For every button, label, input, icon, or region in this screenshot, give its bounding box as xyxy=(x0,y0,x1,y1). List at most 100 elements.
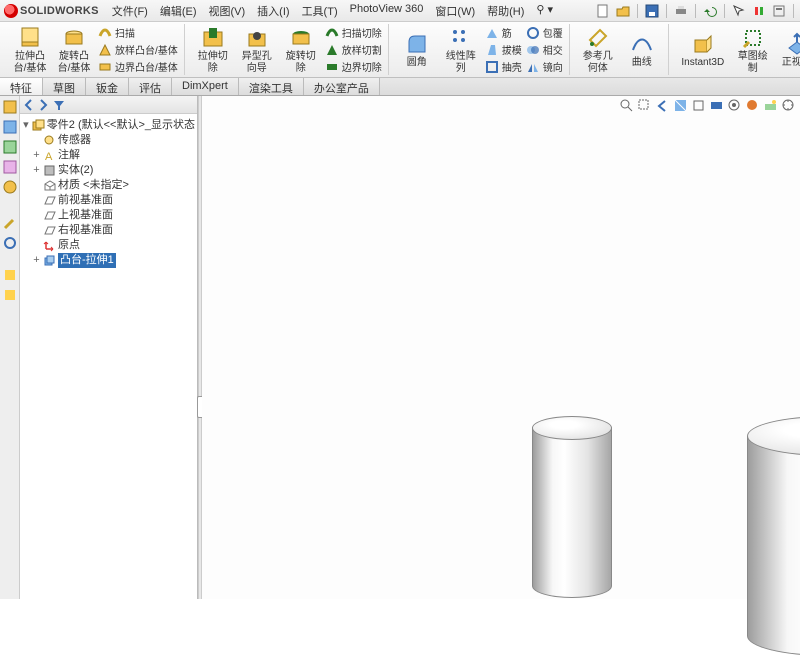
ref-geom-button[interactable]: 参考几何体 xyxy=(576,24,620,75)
apply-scene-icon[interactable] xyxy=(763,98,778,113)
curves-button[interactable]: 曲线 xyxy=(620,24,664,75)
fillet-icon xyxy=(405,32,429,56)
rib-button[interactable]: 筋 xyxy=(483,24,524,41)
tree-right-plane[interactable]: 右视基准面 xyxy=(22,223,195,238)
view-settings-icon[interactable] xyxy=(781,98,796,113)
extrude-boss-icon xyxy=(18,26,42,50)
tree-material[interactable]: 材质 <未指定> xyxy=(22,178,195,193)
property-manager-tab-icon[interactable] xyxy=(3,120,17,134)
boundary-button[interactable]: 边界凸台/基体 xyxy=(96,58,180,75)
annotation-icon: A xyxy=(43,149,56,162)
select-icon[interactable] xyxy=(731,3,747,19)
sensor-icon xyxy=(43,134,56,147)
section-view-icon[interactable] xyxy=(673,98,688,113)
extra-tab1-icon[interactable] xyxy=(3,268,17,282)
tree-extrude1-label: 凸台-拉伸1 xyxy=(58,253,116,268)
menu-window[interactable]: 窗口(W) xyxy=(430,1,480,21)
linear-pattern-button[interactable]: 线性阵列 xyxy=(439,24,483,75)
extrude-boss-button[interactable]: 拉伸凸台/基体 xyxy=(8,24,52,75)
loft-cut-button[interactable]: 放样切割 xyxy=(323,41,384,58)
config-manager-tab-icon[interactable] xyxy=(3,140,17,154)
zoom-fit-icon[interactable] xyxy=(619,98,634,113)
extra-tab2-icon[interactable] xyxy=(3,288,17,302)
menu-tools[interactable]: 工具(T) xyxy=(297,1,343,21)
graphics-viewport[interactable] xyxy=(202,96,800,599)
print-icon[interactable] xyxy=(673,3,689,19)
normal-to-button[interactable]: 正视于 xyxy=(775,24,800,75)
tree-origin[interactable]: 原点 xyxy=(22,238,195,253)
prev-view-icon[interactable] xyxy=(655,98,670,113)
edit-sketch-tab-icon[interactable] xyxy=(3,216,17,230)
options-icon[interactable] xyxy=(771,3,787,19)
mirror-button[interactable]: 镜向 xyxy=(524,58,565,75)
menu-edit[interactable]: 编辑(E) xyxy=(155,1,202,21)
menu-insert[interactable]: 插入(I) xyxy=(252,1,294,21)
view-orient-icon[interactable] xyxy=(691,98,706,113)
tree-solid-bodies[interactable]: + 实体(2) xyxy=(22,163,195,178)
display-style-icon[interactable] xyxy=(709,98,724,113)
menu-pv360[interactable]: PhotoView 360 xyxy=(345,1,429,21)
zoom-area-icon[interactable] xyxy=(637,98,652,113)
panel-right-icon[interactable] xyxy=(37,98,50,111)
panel-left-icon[interactable] xyxy=(22,98,35,111)
new-icon[interactable] xyxy=(595,3,611,19)
feature-manager-tab-icon[interactable] xyxy=(3,100,17,114)
rebuild-icon[interactable] xyxy=(751,3,767,19)
tree-annotations[interactable]: + A 注解 xyxy=(22,148,195,163)
instant3d-button[interactable]: Instant3D xyxy=(675,24,731,75)
menu-file[interactable]: 文件(F) xyxy=(107,1,153,21)
draft-button[interactable]: 拔模 xyxy=(483,41,524,58)
tree-front-plane[interactable]: 前视基准面 xyxy=(22,193,195,208)
feature-manager-panel: ▾ 零件2 (默认<<默认>_显示状态 传感器 + A 注解 + 实体(2) xyxy=(20,96,198,599)
boundary-cut-button[interactable]: 边界切除 xyxy=(323,58,384,75)
appearance-tab-icon[interactable] xyxy=(3,236,17,250)
wrap-icon xyxy=(526,26,540,40)
tree-extrude1[interactable]: + 凸台-拉伸1 xyxy=(22,253,195,268)
tree-root[interactable]: ▾ 零件2 (默认<<默认>_显示状态 xyxy=(22,118,195,133)
display-manager-tab-icon[interactable] xyxy=(3,180,17,194)
quick-access-toolbar xyxy=(595,3,796,19)
loft-cut-icon xyxy=(325,43,339,57)
wrap-button[interactable]: 包覆 xyxy=(524,24,565,41)
plane-icon xyxy=(43,224,56,237)
tab-features[interactable]: 特征 xyxy=(0,78,43,95)
edit-appearance-icon[interactable] xyxy=(745,98,760,113)
sketch-button[interactable]: 草图绘制 xyxy=(731,24,775,75)
tab-sheetmetal[interactable]: 钣金 xyxy=(86,78,129,95)
undo-icon[interactable] xyxy=(702,3,718,19)
dimxpert-manager-tab-icon[interactable] xyxy=(3,160,17,174)
revolve-boss-button[interactable]: 旋转凸台/基体 xyxy=(52,24,96,75)
revolve-cut-button[interactable]: 旋转切除 xyxy=(279,24,323,75)
menu-list: 文件(F) 编辑(E) 视图(V) 插入(I) 工具(T) PhotoView … xyxy=(107,1,558,21)
loft-icon xyxy=(98,43,112,57)
app-logo: SOLIDWORKS xyxy=(4,4,99,18)
tab-dimxpert[interactable]: DimXpert xyxy=(172,78,239,95)
intersect-button[interactable]: 相交 xyxy=(524,41,565,58)
open-icon[interactable] xyxy=(615,3,631,19)
tab-evaluate[interactable]: 评估 xyxy=(129,78,172,95)
loft-button[interactable]: 放样凸台/基体 xyxy=(96,41,180,58)
tab-office[interactable]: 办公室产品 xyxy=(304,78,380,95)
tree-top-plane[interactable]: 上视基准面 xyxy=(22,208,195,223)
app-name: SOLIDWORKS xyxy=(20,5,99,17)
shell-button[interactable]: 抽壳 xyxy=(483,58,524,75)
hole-wizard-button[interactable]: 异型孔向导 xyxy=(235,24,279,75)
material-icon xyxy=(43,179,56,192)
sweep-button[interactable]: 扫描 xyxy=(96,24,180,41)
menu-xtra[interactable]: ⚲ ▾ xyxy=(531,1,558,21)
tab-render[interactable]: 渲染工具 xyxy=(239,78,304,95)
hole-wizard-icon xyxy=(245,26,269,50)
tree-sensors[interactable]: 传感器 xyxy=(22,133,195,148)
menu-help[interactable]: 帮助(H) xyxy=(482,1,529,21)
fillet-button[interactable]: 圆角 xyxy=(395,24,439,75)
save-icon[interactable] xyxy=(644,3,660,19)
menu-view[interactable]: 视图(V) xyxy=(204,1,251,21)
hide-show-icon[interactable] xyxy=(727,98,742,113)
curves-icon xyxy=(630,32,654,56)
svg-text:A: A xyxy=(45,151,53,162)
sweep-cut-button[interactable]: 扫描切除 xyxy=(323,24,384,41)
draft-icon xyxy=(485,43,499,57)
tab-sketch[interactable]: 草图 xyxy=(43,78,86,95)
panel-filter-icon[interactable] xyxy=(52,98,65,111)
extrude-cut-button[interactable]: 拉伸切除 xyxy=(191,24,235,75)
